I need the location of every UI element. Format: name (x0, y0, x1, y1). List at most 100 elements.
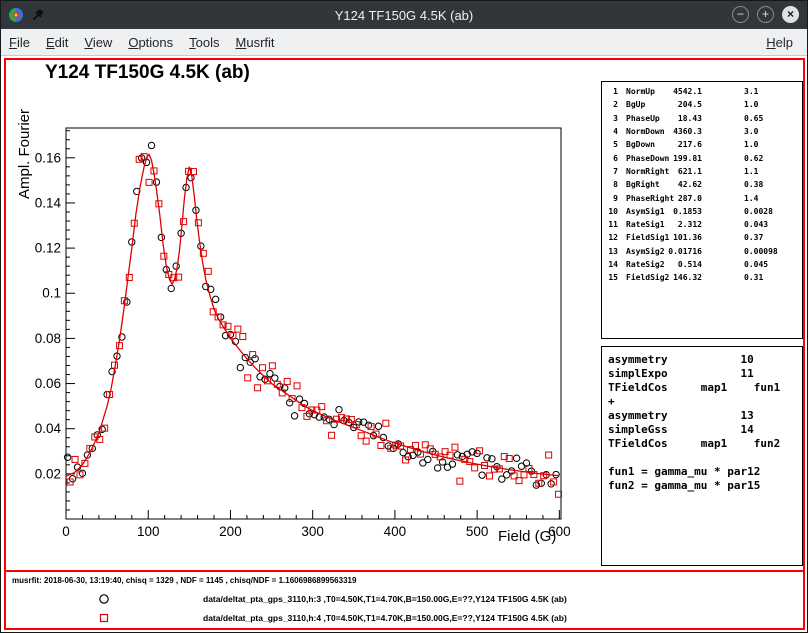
titlebar[interactable]: Y124 TF150G 4.5K (ab) − + × (1, 1, 807, 29)
data-point-square (486, 473, 492, 479)
data-point-square (546, 452, 552, 458)
parameter-box: 1NormUp4542.13.12BgUp204.51.03PhaseUp18.… (601, 81, 803, 339)
param-val: 4542.1 (666, 87, 702, 96)
param-err: 0.0028 (744, 207, 773, 216)
param-err: 1.4 (744, 194, 758, 203)
data-point-circle (449, 461, 455, 467)
data-point-circle (272, 375, 278, 381)
param-val: 0.514 (666, 260, 702, 269)
plot-title: Y124 TF150G 4.5K (ab) (45, 62, 250, 84)
param-row: 13AsymSig20.017160.00098 (604, 245, 802, 258)
data-point-circle (212, 296, 218, 302)
data-point-square (294, 383, 300, 389)
theory-line: simplExpo 11 (608, 367, 796, 381)
data-point-square (457, 478, 463, 484)
plot-pad: 01002003004005006000.020.040.060.080.10.… (6, 60, 803, 570)
menu-file[interactable]: File (1, 31, 38, 54)
menu-musrfit[interactable]: Musrfit (228, 31, 283, 54)
param-name: PhaseUp (626, 114, 666, 123)
legend-row: data/deltat_pta_gps_3110,h:3 ,T0=4.50K,T… (6, 592, 803, 606)
param-row: 1 NormUp4542.1 3.1 (604, 85, 802, 98)
param-val: 42.62 (666, 180, 702, 189)
param-num: 3 (604, 114, 618, 123)
param-err: 0.043 (744, 220, 768, 229)
y-tick-label: 0.08 (35, 331, 61, 346)
param-row: 10AsymSig10.18530.0028 (604, 205, 802, 218)
param-name: BgDown (626, 140, 666, 149)
data-point-circle (291, 413, 297, 419)
data-point-square (383, 420, 389, 426)
param-val: 287.0 (666, 194, 702, 203)
param-row: 11RateSig12.3120.043 (604, 218, 802, 231)
param-num: 15 (604, 273, 618, 282)
y-tick-label: 0.06 (35, 376, 61, 391)
theory-box: asymmetry 10simplExpo 11TFieldCos map1 f… (601, 346, 803, 566)
param-err: 1.1 (744, 167, 758, 176)
data-point-circle (168, 285, 174, 291)
param-num: 12 (604, 233, 618, 242)
param-val: 0.1853 (666, 207, 702, 216)
data-point-circle (148, 142, 154, 148)
legend-circle-marker (98, 592, 110, 610)
x-tick-label: 300 (301, 524, 324, 539)
data-point-circle (188, 174, 194, 180)
param-name: AsymSig2 (626, 247, 666, 256)
param-val: 0.01716 (666, 247, 702, 256)
y-tick-label: 0.1 (42, 286, 61, 301)
param-name: NormUp (626, 87, 666, 96)
data-point-circle (513, 455, 519, 461)
data-point-circle (479, 472, 485, 478)
menu-left: FileEditViewOptionsToolsMusrfit (1, 31, 283, 54)
menu-options[interactable]: Options (120, 31, 181, 54)
param-num: 10 (604, 207, 618, 216)
data-point-square (235, 326, 241, 332)
data-point-square (255, 385, 261, 391)
data-point-circle (286, 400, 292, 406)
param-name: NormRight (626, 167, 666, 176)
param-num: 9 (604, 194, 618, 203)
param-err: 3.0 (744, 127, 758, 136)
x-tick-label: 500 (466, 524, 489, 539)
minimize-button[interactable]: − (732, 6, 749, 23)
maximize-button[interactable]: + (757, 6, 774, 23)
param-name: BgUp (626, 100, 666, 109)
data-point-circle (336, 406, 342, 412)
menu-help[interactable]: Help (758, 31, 801, 54)
param-row: 12FieldSig1101.360.37 (604, 231, 802, 244)
param-row: 7NormRight621.11.1 (604, 165, 802, 178)
menu-tools[interactable]: Tools (181, 31, 227, 54)
param-name: NormDown (626, 127, 666, 136)
menu-view[interactable]: View (76, 31, 120, 54)
app-window: Y124 TF150G 4.5K (ab) − + × FileEditView… (0, 0, 808, 633)
param-name: FieldSig2 (626, 273, 666, 282)
menu-edit[interactable]: Edit (38, 31, 76, 54)
data-point-square (329, 432, 335, 438)
y-tick-label: 0.02 (35, 466, 61, 481)
data-point-circle (434, 465, 440, 471)
param-num: 8 (604, 180, 618, 189)
data-point-square (72, 456, 78, 462)
menubar: FileEditViewOptionsToolsMusrfit Help (1, 29, 807, 56)
theory-line: fun2 = gamma_mu * par15 (608, 479, 796, 493)
data-point-circle (237, 364, 243, 370)
data-point-square (472, 465, 478, 471)
param-err: 1.0 (744, 100, 758, 109)
root-canvas[interactable]: 01002003004005006000.020.040.060.080.10.… (4, 58, 805, 630)
param-num: 1 (604, 87, 618, 96)
x-tick-label: 400 (384, 524, 407, 539)
param-row: 4NormDown4360.33.0 (604, 125, 802, 138)
x-tick-label: 100 (137, 524, 160, 539)
menu-right: Help (758, 31, 807, 54)
param-name: RateSig1 (626, 220, 666, 229)
param-name: FieldSig1 (626, 233, 666, 242)
param-num: 14 (604, 260, 618, 269)
legend-label: data/deltat_pta_gps_3110,h:3 ,T0=4.50K,T… (203, 594, 567, 604)
data-point-square (146, 179, 152, 185)
param-row: 3PhaseUp18.430.65 (604, 112, 802, 125)
data-point-square (284, 378, 290, 384)
close-button[interactable]: × (782, 6, 799, 23)
param-name: PhaseRight (626, 194, 666, 203)
param-err: 3.1 (744, 87, 758, 96)
theory-line: asymmetry 13 (608, 409, 796, 423)
y-tick-label: 0.12 (35, 241, 61, 256)
